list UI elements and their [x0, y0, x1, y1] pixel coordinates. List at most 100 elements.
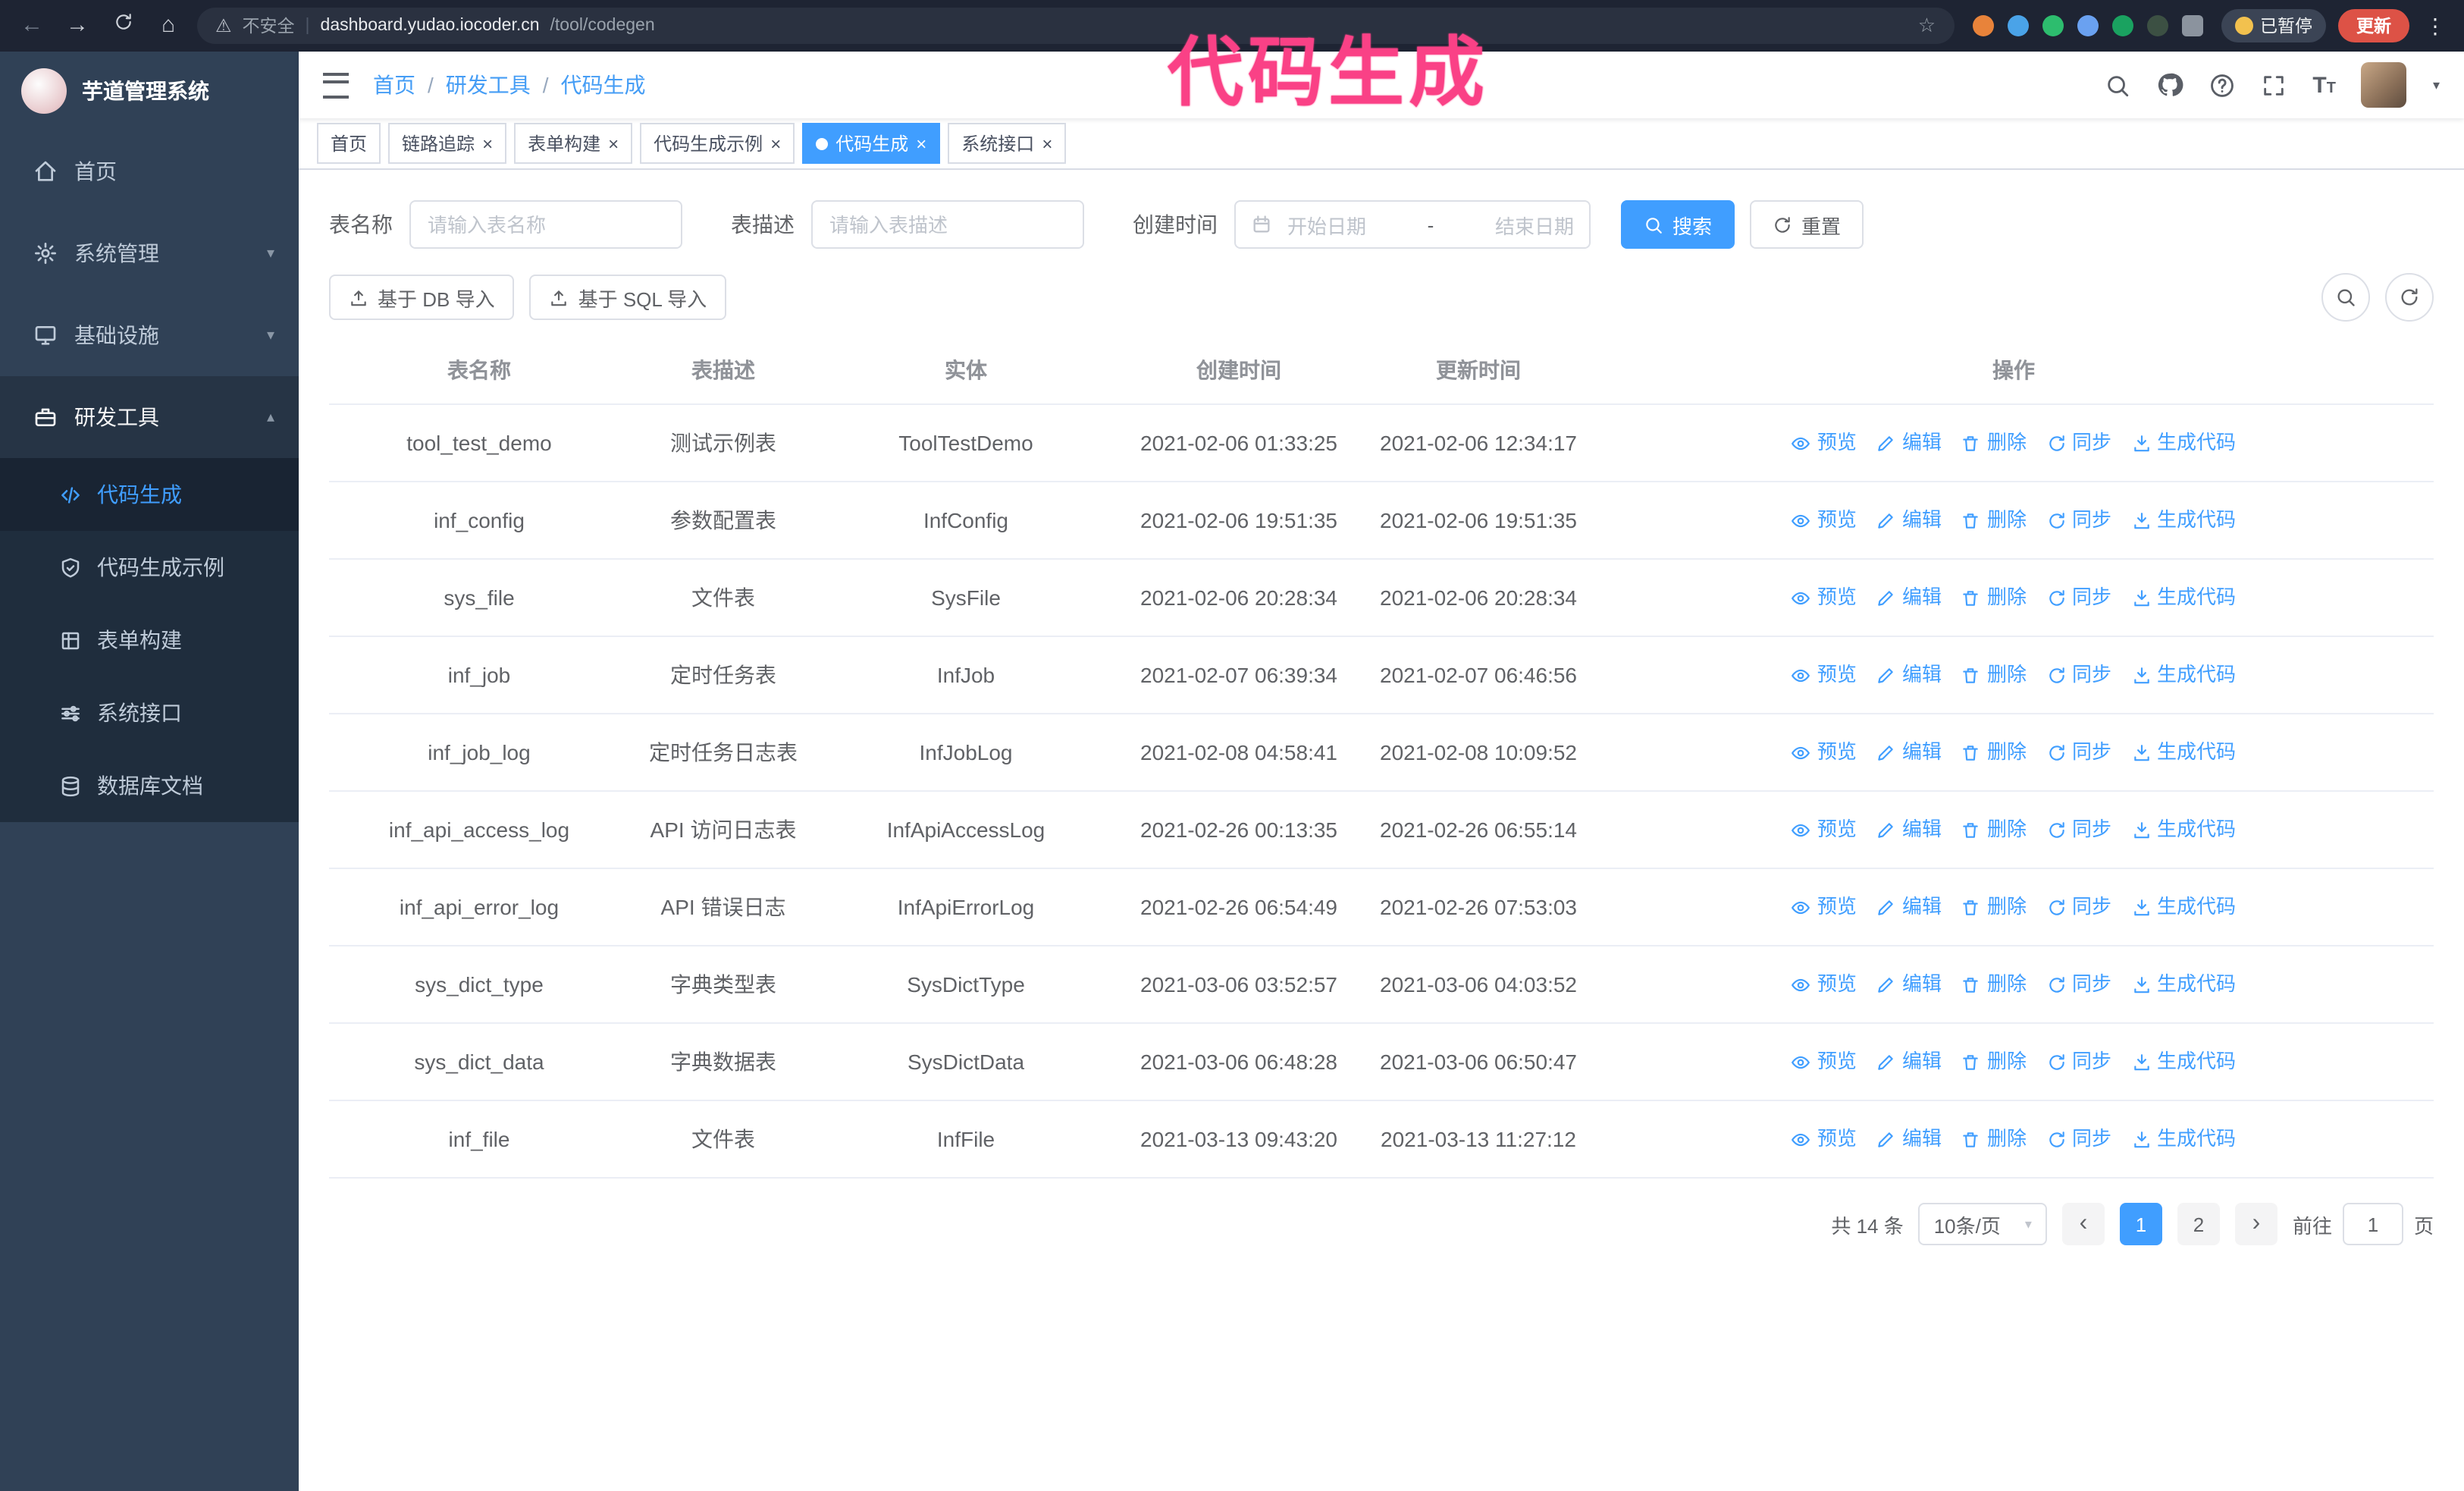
- sidebar-item-codegen-example[interactable]: 代码生成示例: [0, 531, 299, 604]
- search-icon[interactable]: [2105, 72, 2130, 98]
- bookmark-star-icon[interactable]: ☆: [1918, 14, 1936, 38]
- date-range-picker[interactable]: 开始日期 - 结束日期: [1234, 200, 1591, 249]
- edit-link[interactable]: 编辑: [1876, 970, 1942, 999]
- edit-link[interactable]: 编辑: [1876, 738, 1942, 767]
- next-page-button[interactable]: ›: [2234, 1203, 2277, 1245]
- edit-link[interactable]: 编辑: [1876, 1125, 1942, 1154]
- reset-button[interactable]: 重置: [1750, 200, 1864, 249]
- close-icon[interactable]: ×: [608, 134, 619, 152]
- import-db-button[interactable]: 基于 DB 导入: [329, 275, 515, 320]
- generate-code-link[interactable]: 生成代码: [2131, 583, 2236, 612]
- edit-link[interactable]: 编辑: [1876, 583, 1942, 612]
- preview-link[interactable]: 预览: [1792, 428, 1857, 457]
- generate-code-link[interactable]: 生成代码: [2131, 1125, 2236, 1154]
- delete-link[interactable]: 删除: [1961, 1047, 2027, 1076]
- sync-link[interactable]: 同步: [2046, 815, 2111, 844]
- sidebar-item-codegen[interactable]: 代码生成: [0, 458, 299, 531]
- preview-link[interactable]: 预览: [1792, 970, 1857, 999]
- preview-link[interactable]: 预览: [1792, 893, 1857, 921]
- sync-link[interactable]: 同步: [2046, 970, 2111, 999]
- delete-link[interactable]: 删除: [1961, 970, 2027, 999]
- delete-link[interactable]: 删除: [1961, 661, 2027, 689]
- generate-code-link[interactable]: 生成代码: [2131, 893, 2236, 921]
- delete-link[interactable]: 删除: [1961, 506, 2027, 535]
- breadcrumb-home[interactable]: 首页: [373, 70, 415, 100]
- sidebar-item-form-builder[interactable]: 表单构建: [0, 604, 299, 676]
- edit-link[interactable]: 编辑: [1876, 428, 1942, 457]
- goto-page-input[interactable]: [2342, 1203, 2403, 1245]
- generate-code-link[interactable]: 生成代码: [2131, 970, 2236, 999]
- close-icon[interactable]: ×: [482, 134, 493, 152]
- sidebar-toggle-icon[interactable]: [323, 72, 349, 98]
- edit-link[interactable]: 编辑: [1876, 661, 1942, 689]
- help-icon[interactable]: [2209, 72, 2235, 98]
- font-size-icon[interactable]: TT: [2312, 72, 2336, 98]
- user-avatar[interactable]: [2361, 62, 2407, 108]
- extension-icon[interactable]: [2042, 15, 2063, 36]
- sidebar-item-system-api[interactable]: 系统接口: [0, 676, 299, 749]
- back-button[interactable]: ←: [15, 0, 49, 52]
- search-button[interactable]: 搜索: [1621, 200, 1735, 249]
- preview-link[interactable]: 预览: [1792, 583, 1857, 612]
- delete-link[interactable]: 删除: [1961, 738, 2027, 767]
- breadcrumb-dev-tools[interactable]: 研发工具: [446, 70, 531, 100]
- preview-link[interactable]: 预览: [1792, 1047, 1857, 1076]
- preview-link[interactable]: 预览: [1792, 661, 1857, 689]
- extension-icon[interactable]: [2146, 15, 2168, 36]
- profile-paused-badge[interactable]: 已暂停: [2221, 9, 2326, 42]
- avatar-caret-down-icon[interactable]: ▾: [2433, 77, 2440, 93]
- sync-link[interactable]: 同步: [2046, 583, 2111, 612]
- forward-button[interactable]: →: [61, 0, 94, 52]
- delete-link[interactable]: 删除: [1961, 815, 2027, 844]
- table-name-input[interactable]: [409, 200, 682, 249]
- sync-link[interactable]: 同步: [2046, 506, 2111, 535]
- import-sql-button[interactable]: 基于 SQL 导入: [529, 275, 727, 320]
- sync-link[interactable]: 同步: [2046, 893, 2111, 921]
- tab-codegen-example[interactable]: 代码生成示例 ×: [640, 123, 795, 164]
- sync-link[interactable]: 同步: [2046, 738, 2111, 767]
- tab-codegen[interactable]: 代码生成 ×: [802, 123, 941, 164]
- generate-code-link[interactable]: 生成代码: [2131, 428, 2236, 457]
- generate-code-link[interactable]: 生成代码: [2131, 506, 2236, 535]
- tab-trace[interactable]: 链路追踪 ×: [388, 123, 507, 164]
- refresh-button[interactable]: [2385, 273, 2434, 322]
- sync-link[interactable]: 同步: [2046, 1047, 2111, 1076]
- address-bar[interactable]: ⚠ 不安全 | dashboard.yudao.iocoder.cn /tool…: [197, 8, 1954, 44]
- generate-code-link[interactable]: 生成代码: [2131, 1047, 2236, 1076]
- tab-form-builder[interactable]: 表单构建 ×: [514, 123, 633, 164]
- tab-home[interactable]: 首页: [317, 123, 381, 164]
- edit-link[interactable]: 编辑: [1876, 815, 1942, 844]
- sync-link[interactable]: 同步: [2046, 428, 2111, 457]
- puzzle-extensions-icon[interactable]: [2181, 15, 2202, 36]
- generate-code-link[interactable]: 生成代码: [2131, 815, 2236, 844]
- fullscreen-icon[interactable]: [2261, 72, 2287, 98]
- sidebar-item-system-management[interactable]: 系统管理 ▾: [0, 212, 299, 294]
- extension-icon[interactable]: [2007, 15, 2028, 36]
- preview-link[interactable]: 预览: [1792, 815, 1857, 844]
- edit-link[interactable]: 编辑: [1876, 1047, 1942, 1076]
- page-button-1[interactable]: 1: [2119, 1203, 2162, 1245]
- generate-code-link[interactable]: 生成代码: [2131, 738, 2236, 767]
- tab-system-api[interactable]: 系统接口 ×: [948, 123, 1067, 164]
- hide-search-button[interactable]: [2321, 273, 2370, 322]
- sidebar-item-home[interactable]: 首页: [0, 130, 299, 212]
- sidebar-item-dev-tools[interactable]: 研发工具 ▴: [0, 376, 299, 458]
- close-icon[interactable]: ×: [770, 134, 781, 152]
- browser-update-button[interactable]: 更新: [2338, 9, 2409, 42]
- app-logo[interactable]: 芋道管理系统: [0, 52, 299, 130]
- page-button-2[interactable]: 2: [2177, 1203, 2220, 1245]
- sidebar-item-db-docs[interactable]: 数据库文档: [0, 749, 299, 822]
- browser-menu-icon[interactable]: ⋮: [2422, 13, 2449, 39]
- preview-link[interactable]: 预览: [1792, 506, 1857, 535]
- delete-link[interactable]: 删除: [1961, 428, 2027, 457]
- edit-link[interactable]: 编辑: [1876, 893, 1942, 921]
- delete-link[interactable]: 删除: [1961, 893, 2027, 921]
- table-desc-input[interactable]: [811, 200, 1084, 249]
- delete-link[interactable]: 删除: [1961, 1125, 2027, 1154]
- github-icon[interactable]: [2156, 71, 2183, 99]
- preview-link[interactable]: 预览: [1792, 738, 1857, 767]
- extension-icon[interactable]: [1972, 15, 1993, 36]
- delete-link[interactable]: 删除: [1961, 583, 2027, 612]
- sync-link[interactable]: 同步: [2046, 1125, 2111, 1154]
- edit-link[interactable]: 编辑: [1876, 506, 1942, 535]
